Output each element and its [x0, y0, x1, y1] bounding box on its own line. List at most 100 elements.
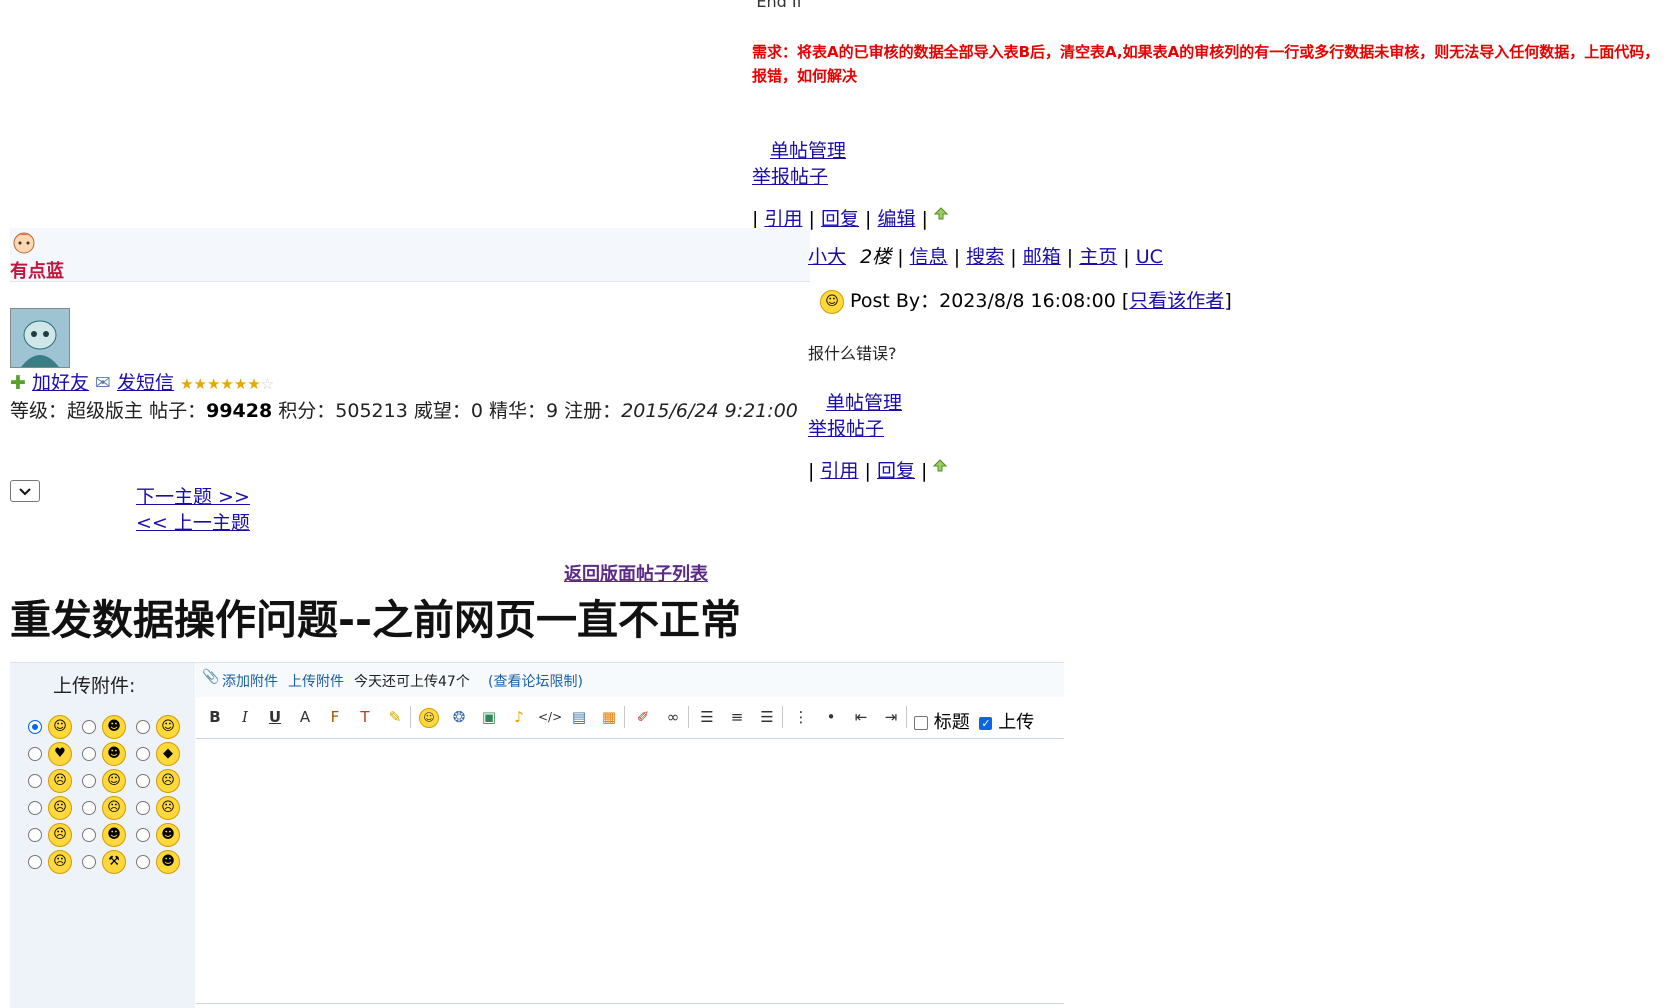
back-to-top-icon[interactable] [934, 207, 948, 221]
jump-dropdown[interactable] [10, 480, 40, 502]
emoticon-radio[interactable] [28, 720, 42, 734]
emoticon-icon[interactable]: ☺ [418, 706, 440, 728]
image-icon[interactable]: ▣ [478, 706, 500, 728]
next-topic-link[interactable]: 下一主题 >> [136, 482, 250, 509]
emoticon-radio[interactable] [136, 774, 150, 788]
emoticon-radio[interactable] [82, 747, 96, 761]
emoticon-option[interactable]: ☹ [136, 796, 190, 820]
reply-reply-link[interactable]: 回复 [877, 460, 915, 482]
reply-quote-link[interactable]: 引用 [820, 460, 858, 482]
view-limits-link[interactable]: (查看论坛限制) [488, 671, 583, 691]
report-post-link[interactable]: 举报帖子 [752, 162, 828, 189]
bold-icon[interactable]: B [204, 706, 226, 728]
emoticon-radio[interactable] [136, 855, 150, 869]
emoticon-option[interactable]: ☺ [28, 715, 82, 739]
emoticon-option[interactable]: ◆ [136, 742, 190, 766]
emoticon-icon: ☹ [156, 769, 180, 793]
emoticon-option[interactable]: ☹ [82, 796, 136, 820]
emoticon-radio[interactable] [28, 855, 42, 869]
code-icon[interactable]: </> [538, 706, 562, 728]
text-color-icon[interactable]: T [354, 706, 376, 728]
info-link[interactable]: 信息 [910, 246, 948, 268]
emoticon-icon: ☺ [156, 715, 180, 739]
emoticon-radio[interactable] [82, 801, 96, 815]
highlight-icon[interactable]: ✎ [384, 706, 406, 728]
username[interactable]: 有点蓝 [10, 257, 64, 283]
requirement-text: 需求：将表A的已审核的数据全部导入表B后，清空表A,如果表A的审核列的有一行或多… [752, 43, 1660, 85]
post-manage-link[interactable]: 单帖管理 [770, 136, 846, 163]
italic-icon[interactable]: I [234, 706, 256, 728]
reply-link[interactable]: 回复 [821, 208, 859, 230]
music-icon[interactable]: ♪ [508, 706, 530, 728]
user-points: 505213 [335, 400, 408, 422]
quote-link[interactable]: 引用 [764, 208, 802, 230]
emoticon-option[interactable]: ☻ [82, 742, 136, 766]
indent-icon[interactable]: ⇥ [880, 706, 902, 728]
emoticon-radio[interactable] [136, 720, 150, 734]
upload-attachment-link[interactable]: 上传附件 [288, 671, 344, 691]
emoticon-option[interactable]: ♥ [28, 742, 82, 766]
emoticon-radio[interactable] [28, 828, 42, 842]
emoticon-option[interactable]: ☹ [28, 823, 82, 847]
reply-manage-link[interactable]: 单帖管理 [826, 388, 902, 415]
edit-link[interactable]: 编辑 [877, 208, 915, 230]
align-right-icon[interactable]: ☰ [756, 706, 778, 728]
emoticon-option[interactable]: ☻ [136, 823, 190, 847]
prev-topic-link[interactable]: << 上一主题 [136, 508, 250, 535]
table-icon[interactable]: ▦ [598, 706, 620, 728]
emoticon-radio[interactable] [82, 774, 96, 788]
emoticon-radio[interactable] [82, 855, 96, 869]
reply-report-link[interactable]: 举报帖子 [808, 414, 884, 441]
emoticon-icon: ☻ [102, 715, 126, 739]
emoticon-radio[interactable] [28, 801, 42, 815]
emoticon-radio[interactable] [136, 801, 150, 815]
emoticon-icon: ☻ [102, 823, 126, 847]
font-family-icon[interactable]: F [324, 706, 346, 728]
link-icon[interactable]: ∞ [662, 706, 684, 728]
emoticon-option[interactable]: ☹ [28, 796, 82, 820]
outdent-icon[interactable]: ⇤ [850, 706, 872, 728]
align-left-icon[interactable]: ☰ [696, 706, 718, 728]
font-size-icon[interactable]: A [294, 706, 316, 728]
emoticon-option[interactable]: ☻ [136, 850, 190, 874]
back-to-list-link[interactable]: 返回版面帖子列表 [564, 560, 708, 586]
flash-icon[interactable]: ❂ [448, 706, 470, 728]
emoticon-radio[interactable] [136, 828, 150, 842]
emoticon-radio[interactable] [82, 828, 96, 842]
emoticon-option[interactable]: ☻ [82, 823, 136, 847]
underline-icon[interactable]: U [264, 706, 286, 728]
emoticon-option[interactable]: ☺ [136, 715, 190, 739]
search-link[interactable]: 搜索 [966, 246, 1004, 268]
reply-editor: 上传附件: ☺ ☻ ☺ ♥ ☻ ◆ ☹ ☺ ☹ ☹ ☹ ☹ ☹ ☻ ☻ ☹ ⚒ ☻ 📎 添加附件 上传附件 今天还… [10, 662, 1064, 1008]
upload-checkbox[interactable]: ✓ [979, 716, 993, 730]
uc-link[interactable]: UC [1136, 246, 1163, 268]
ordered-list-icon[interactable]: ⋮ [790, 706, 812, 728]
emoticon-radio[interactable] [136, 747, 150, 761]
add-attachment-link[interactable]: 添加附件 [222, 671, 278, 691]
only-author-link[interactable]: 只看该作者 [1129, 290, 1224, 312]
emoticon-radio[interactable] [28, 747, 42, 761]
reply-actions: | 引用 | 回复 | [808, 456, 948, 483]
send-message-link[interactable]: 发短信 [117, 372, 174, 394]
emoticon-option[interactable]: ☹ [28, 769, 82, 793]
title-checkbox[interactable] [914, 716, 928, 730]
back-to-top-icon[interactable] [933, 459, 948, 473]
emoticon-option[interactable]: ⚒ [82, 850, 136, 874]
font-size-link[interactable]: 小大 [808, 246, 846, 268]
add-friend-link[interactable]: 加好友 [32, 372, 89, 394]
user-stats: 等级：超级版主 帖子：99428 积分：505213 威望：0 精华：9 注册：… [10, 400, 798, 422]
emoticon-option[interactable]: ☻ [82, 715, 136, 739]
unordered-list-icon[interactable]: • [820, 706, 842, 728]
align-center-icon[interactable]: ≡ [726, 706, 748, 728]
insert-image-icon[interactable]: ▤ [568, 706, 590, 728]
emoticon-row: ☺ ☻ ☺ [28, 715, 193, 742]
emoticon-radio[interactable] [28, 774, 42, 788]
emoticon-option[interactable]: ☹ [136, 769, 190, 793]
editor-textarea[interactable] [196, 739, 1064, 1004]
emoticon-option[interactable]: ☹ [28, 850, 82, 874]
clear-format-icon[interactable]: ✐ [632, 706, 654, 728]
emoticon-option[interactable]: ☺ [82, 769, 136, 793]
homepage-link[interactable]: 主页 [1079, 246, 1117, 268]
emoticon-radio[interactable] [82, 720, 96, 734]
mailbox-link[interactable]: 邮箱 [1023, 246, 1061, 268]
